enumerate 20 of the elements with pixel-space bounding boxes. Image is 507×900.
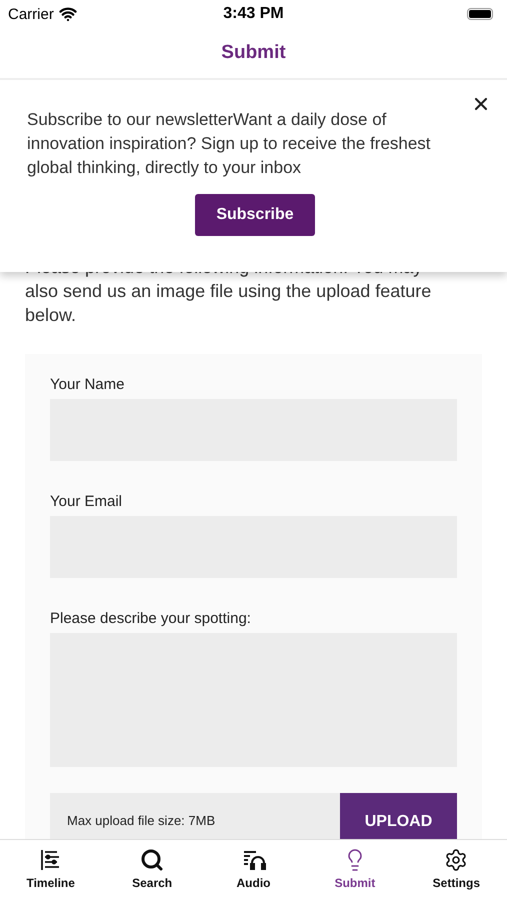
wifi-icon (58, 5, 77, 23)
field-label: Your Email (50, 493, 123, 510)
headphones-icon (242, 848, 266, 872)
upload-note: Max upload file size: 7MB (66, 812, 216, 830)
upload-button[interactable]: UPLOAD (340, 793, 457, 839)
settings-icon (444, 848, 468, 872)
field-label: Please describe your spotting: (50, 610, 252, 627)
tab-item[interactable]: Timeline (0, 840, 102, 900)
clock-time: 3:43 PM (223, 5, 284, 23)
field-label: Your Name (50, 376, 126, 393)
tab-item[interactable]: Submit (304, 840, 406, 900)
carrier-label: Carrier (8, 6, 54, 22)
subscribe-button[interactable]: Subscribe (195, 194, 315, 236)
tab-item[interactable]: Search (101, 840, 203, 900)
tab-item[interactable]: Settings (406, 840, 507, 900)
popup-message: Subscribe to our newsletterWant a daily dose of innovation inspiration? Sign up to receive the freshest global thinking, directly to your inbox (27, 109, 432, 179)
page-title: Submit (221, 42, 286, 64)
tab-item[interactable]: Audio (202, 840, 304, 900)
search-icon (140, 848, 164, 872)
battery-icon (467, 8, 493, 20)
